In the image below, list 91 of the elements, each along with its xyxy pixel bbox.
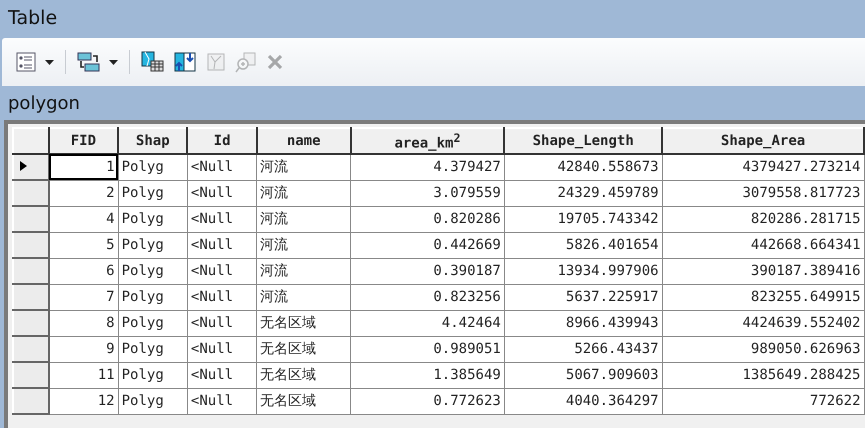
table-cell: <Null — [187, 284, 257, 310]
table-cell: 2 — [48, 180, 118, 206]
row-selector[interactable] — [13, 154, 49, 180]
caret-icon — [109, 60, 118, 64]
table-cell: 7 — [48, 284, 118, 310]
table-cell: 19705.743342 — [504, 206, 662, 232]
table-cell: 9 — [48, 336, 118, 362]
table-cell: 8 — [48, 310, 118, 336]
table-cell: <Null — [187, 258, 257, 284]
table-cell: 0.823256 — [350, 284, 504, 310]
linked-tables-icon — [77, 51, 101, 73]
table-cell: 12 — [48, 388, 118, 414]
table-cell: Polyg — [118, 310, 188, 336]
current-row-icon — [20, 161, 27, 171]
table-cell: Polyg — [118, 232, 188, 258]
clear-selection-icon — [205, 51, 227, 73]
table-cell: 4.42464 — [350, 310, 504, 336]
table-select-icon — [141, 51, 165, 73]
table-cell: 4379427.273214 — [662, 154, 864, 180]
corner-cell — [13, 128, 49, 154]
table-cell: 无名区域 — [256, 310, 351, 336]
table-cell: <Null — [187, 180, 257, 206]
table-cell: 4424639.552402 — [662, 310, 864, 336]
zoom-icon — [235, 51, 257, 73]
table-cell: 1.385649 — [350, 362, 504, 388]
list-icon — [15, 51, 37, 73]
table-cell: 5266.43437 — [504, 336, 662, 362]
table-cell: 河流 — [256, 154, 351, 180]
table-cell: 42840.558673 — [504, 154, 662, 180]
window-title: Table — [8, 7, 58, 29]
table-cell: 820286.281715 — [662, 206, 864, 232]
table-cell: Polyg — [118, 362, 188, 388]
table-cell: 河流 — [256, 284, 351, 310]
delete-icon — [265, 52, 285, 72]
table-cell: 0.442669 — [350, 232, 504, 258]
table-cell: <Null — [187, 388, 257, 414]
table-cell: Polyg — [118, 258, 188, 284]
table-cell: 1385649.288425 — [662, 362, 864, 388]
table-cell: Polyg — [118, 336, 188, 362]
table-cell: 772622 — [662, 388, 864, 414]
column-header[interactable]: Shape_Length — [504, 128, 662, 154]
table-cell: 1 — [48, 154, 118, 180]
table-cell: Polyg — [118, 180, 188, 206]
table-cell: 0.989051 — [350, 336, 504, 362]
table-cell: 0.772623 — [350, 388, 504, 414]
table-cell: <Null — [187, 154, 257, 180]
table-cell: Polyg — [118, 284, 188, 310]
table-cell: 3079558.817723 — [662, 180, 864, 206]
table-cell: 无名区域 — [256, 388, 351, 414]
table-cell: 6 — [48, 258, 118, 284]
swap-icon — [173, 51, 197, 73]
table-cell: 5637.225917 — [504, 284, 662, 310]
caret-icon — [45, 60, 54, 64]
table-cell: 0.820286 — [350, 206, 504, 232]
table-cell: 11 — [48, 362, 118, 388]
table-cell: 5 — [48, 232, 118, 258]
table-cell: 河流 — [256, 232, 351, 258]
column-header[interactable]: Shap — [118, 128, 188, 154]
table-cell: 河流 — [256, 180, 351, 206]
table-cell: 无名区域 — [256, 336, 351, 362]
table-cell: 13934.997906 — [504, 258, 662, 284]
table-cell: <Null — [187, 336, 257, 362]
table-cell: 5067.909603 — [504, 362, 662, 388]
table-cell: 河流 — [256, 206, 351, 232]
column-header[interactable]: FID — [48, 128, 118, 154]
table-cell: <Null — [187, 362, 257, 388]
table-cell: 4040.364297 — [504, 388, 662, 414]
column-header[interactable]: Id — [187, 128, 257, 154]
table-cell: 无名区域 — [256, 362, 351, 388]
table-name: polygon — [8, 92, 80, 114]
table-cell: 0.390187 — [350, 258, 504, 284]
table-cell: 河流 — [256, 258, 351, 284]
column-header[interactable]: area_km$^{2}$ — [350, 128, 504, 154]
table-cell: 5826.401654 — [504, 232, 662, 258]
table-cell: 3.079559 — [350, 180, 504, 206]
table-cell: 442668.664341 — [662, 232, 864, 258]
column-header[interactable]: Shape_Area — [662, 128, 864, 154]
table-cell: <Null — [187, 232, 257, 258]
table-cell: Polyg — [118, 154, 188, 180]
table-cell: <Null — [187, 310, 257, 336]
table-cell: 24329.459789 — [504, 180, 662, 206]
table-cell: 8966.439943 — [504, 310, 662, 336]
table-cell: Polyg — [118, 206, 188, 232]
table-cell: 989050.626963 — [662, 336, 864, 362]
table-cell: 390187.389416 — [662, 258, 864, 284]
table-cell: 823255.649915 — [662, 284, 864, 310]
table-cell: <Null — [187, 206, 257, 232]
table-cell: Polyg — [118, 388, 188, 414]
table-cell: 4.379427 — [350, 154, 504, 180]
column-header[interactable]: name — [256, 128, 351, 154]
table-cell: 4 — [48, 206, 118, 232]
